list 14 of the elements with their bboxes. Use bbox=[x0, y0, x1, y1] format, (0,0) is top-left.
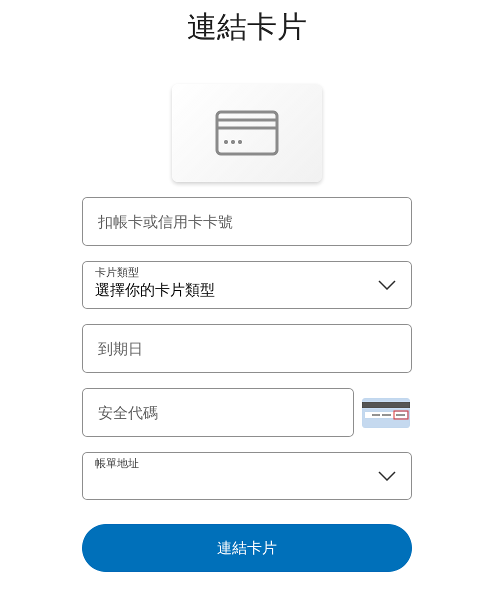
security-code-field[interactable]: 安全代碼 bbox=[82, 388, 354, 437]
card-back-icon bbox=[362, 398, 410, 428]
link-card-button[interactable]: 連結卡片 bbox=[82, 524, 412, 572]
field-label: 卡片類型 bbox=[95, 266, 140, 280]
input-field[interactable]: 扣帳卡或信用卡卡號 bbox=[82, 197, 412, 246]
input-field[interactable]: 到期日 bbox=[82, 324, 412, 373]
dropdown-field[interactable]: 帳單地址 bbox=[82, 452, 412, 500]
chevron-down-icon bbox=[378, 471, 396, 481]
field-value: 選擇你的卡片類型 bbox=[95, 280, 215, 300]
chevron-down-icon bbox=[378, 280, 396, 290]
field-label: 帳單地址 bbox=[95, 457, 139, 471]
dropdown-field[interactable]: 卡片類型 選擇你的卡片類型 bbox=[82, 261, 412, 309]
credit-card-icon bbox=[215, 110, 279, 156]
page-title: 連結卡片 bbox=[187, 9, 307, 47]
